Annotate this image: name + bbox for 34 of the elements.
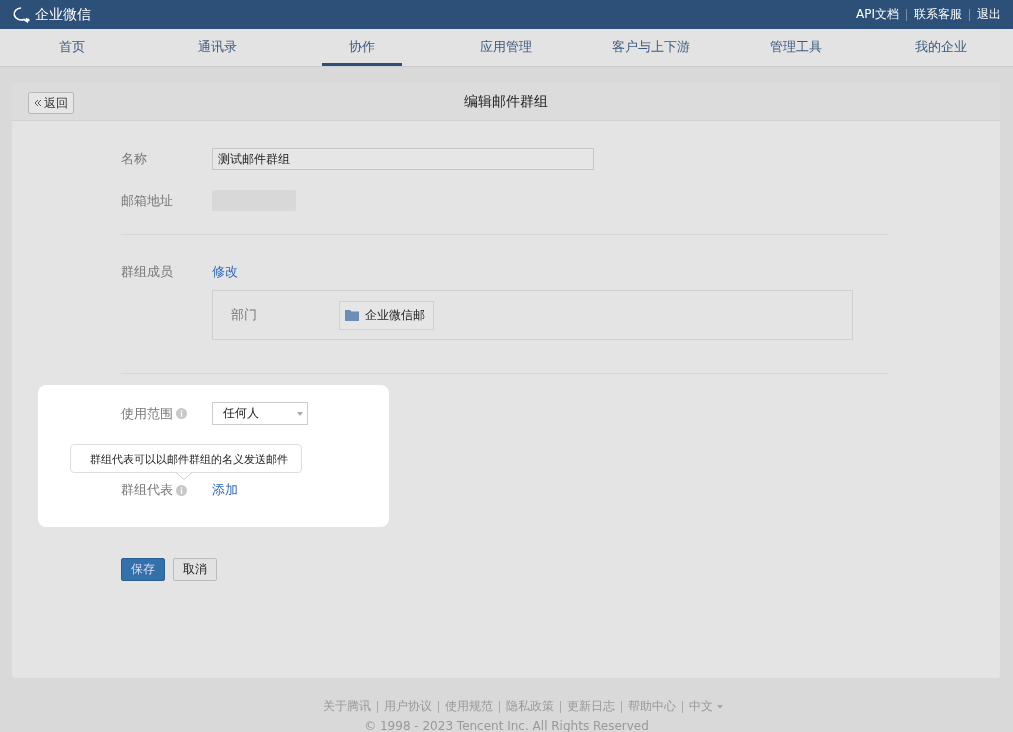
- nav-tab[interactable]: 应用管理: [466, 29, 547, 66]
- top-link[interactable]: 退出: [977, 6, 1001, 23]
- save-button[interactable]: 保存: [121, 558, 165, 581]
- add-link[interactable]: 添加: [212, 481, 238, 499]
- top-link[interactable]: API文档: [856, 6, 899, 23]
- product-logo-text: 企业微信: [35, 5, 91, 24]
- name-input[interactable]: 测试邮件群组: [212, 148, 594, 170]
- page-title: 编辑邮件群组: [464, 92, 548, 111]
- folder-icon: [345, 309, 359, 321]
- top-link[interactable]: 联系客服: [914, 6, 962, 23]
- caret-icon: [297, 411, 303, 416]
- back-button[interactable]: 返回: [28, 92, 74, 114]
- info-icon[interactable]: [176, 408, 187, 419]
- field-label: 群组代表: [121, 481, 173, 499]
- nav-tab[interactable]: 客户与上下游: [611, 29, 692, 66]
- double-chevron-left-icon: [34, 98, 42, 107]
- scope-select[interactable]: 任何人: [212, 402, 308, 425]
- field-label: 名称: [121, 150, 148, 168]
- edit-link[interactable]: 修改: [212, 263, 238, 281]
- field-label: 群组成员: [121, 263, 174, 281]
- field-label: 邮箱地址: [121, 191, 174, 210]
- field-label: 使用范围: [121, 404, 173, 423]
- nav-tab[interactable]: 协作: [321, 29, 402, 66]
- department-label: 部门: [231, 306, 258, 324]
- info-icon[interactable]: [176, 484, 187, 496]
- cancel-button[interactable]: 取消: [173, 558, 217, 581]
- nav-tab[interactable]: 通讯录: [177, 29, 258, 66]
- department-chip[interactable]: 企业微信邮: [339, 300, 434, 330]
- caret-icon: [716, 704, 723, 709]
- tooltip-pointer-icon: [176, 472, 192, 480]
- nav-tab[interactable]: 我的企业: [900, 29, 981, 66]
- copyright-text: © 1998 - 2023 Tencent Inc. All Rights Reserved: [363, 719, 650, 732]
- nav-tab[interactable]: 首页: [32, 29, 113, 66]
- nav-tab[interactable]: 管理工具: [755, 29, 836, 66]
